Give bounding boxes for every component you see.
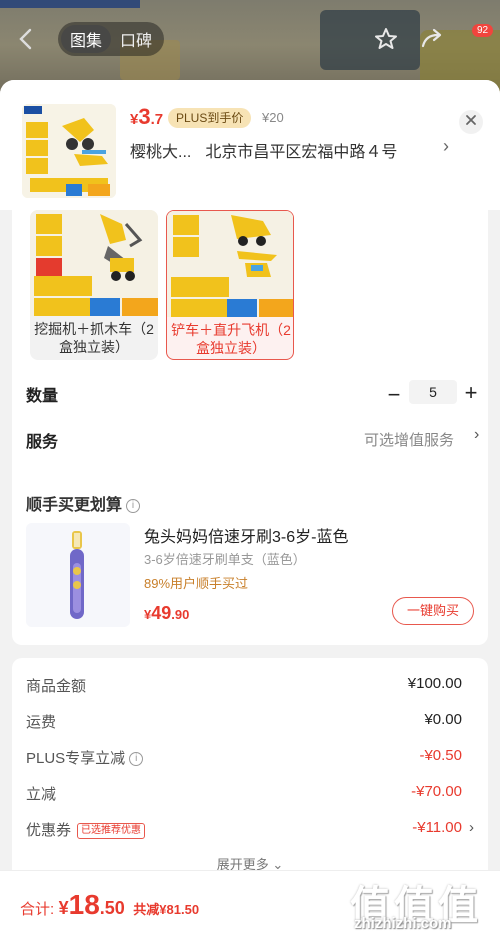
variant-option-loader-helicopter[interactable]: 铲车＋直升飞机（2盒独立装） [166,210,294,360]
back-button[interactable] [14,26,42,54]
original-price: ¥20 [262,110,284,125]
selected-spec: 樱桃大... [130,144,192,161]
sku-price: ¥3.7 [130,104,164,129]
recommend-price: ¥49.90 [144,603,190,623]
recommend-product-spec: 3-6岁倍速牙刷单支（蓝色） [144,552,306,567]
chevron-left-icon [19,28,32,50]
tab-gallery[interactable]: 图集 [61,25,111,53]
tab-reviews[interactable]: 口碑 [111,25,161,53]
checkout-bar: 合计: ¥18.50 共减¥81.50 值值值 zhizhizhi.com [0,870,500,936]
recommend-product-name[interactable]: 兔头妈妈倍速牙刷3-6岁-蓝色 [144,523,348,547]
quantity-increase-button[interactable]: + [461,380,481,406]
recommend-title: 顺手买更划算 i [26,491,141,515]
summary-row-instant-discount: 立减 -¥70.00 [26,783,462,803]
sku-selection-sheet: ¥3.7 PLUS到手价 ¥20 樱桃大... 北京市昌平区宏福中路４号 › 挖… [0,80,500,870]
chevron-right-icon: › [443,136,449,156]
cart-count-badge: 92 [472,24,494,37]
service-label: 服务 [26,434,59,451]
gallery-tab-switch: 图集 口碑 [58,22,164,56]
add-on-recommendation-card: 顺手买更划算 i 兔头妈妈倍速牙刷3-6岁-蓝色 3-6岁倍速牙刷单支（蓝色） 8… [12,477,488,645]
recommend-product-image[interactable] [26,523,130,627]
summary-row-coupon[interactable]: 优惠券 已选推荐优惠 -¥11.00 › [26,819,474,843]
summary-row-goods-amount: 商品金额 ¥100.00 [26,675,462,695]
summary-row-plus-discount: PLUS专享立减 i -¥0.50 [26,747,462,767]
recommend-purchase-rate: 89%用户顺手买过 [144,576,249,591]
expand-more-button[interactable]: 展开更多 ⌄ [12,854,488,870]
sheet-header: ¥3.7 PLUS到手价 ¥20 樱桃大... 北京市昌平区宏福中路４号 › [0,80,500,210]
watermark: 值值值 zhizhizhi.com [350,884,482,932]
close-icon [466,115,476,125]
variant-image [167,211,293,317]
product-thumbnail[interactable] [22,104,116,198]
variant-label: 铲车＋直升飞机（2盒独立装） [171,322,291,356]
total-amount: 合计: ¥18.50 共减¥81.50 [20,889,200,920]
share-icon [421,28,442,48]
variant-option-excavator[interactable]: 挖掘机＋抓木车（2盒独立装） [30,210,158,360]
info-icon[interactable]: i [126,499,141,513]
delivery-address: 北京市昌平区宏福中路４号 [205,144,398,161]
variant-image [30,210,158,316]
price-summary-card: 商品金额 ¥100.00 运费 ¥0.00 PLUS专享立减 i -¥0.50 立减 -¥… [12,658,488,870]
variant-label: 挖掘机＋抓木车（2盒独立装） [34,321,154,355]
quantity-label: 数量 [26,388,59,405]
info-icon[interactable]: i [129,752,144,766]
favorite-button[interactable] [372,26,400,54]
selection-address-line[interactable]: 樱桃大... 北京市昌平区宏福中路４号 [130,138,397,162]
one-click-buy-button[interactable]: 一键购买 [392,597,474,625]
plus-price-tag: PLUS到手价 [168,108,252,128]
close-button[interactable] [459,110,483,134]
chevron-right-icon: › [474,426,480,443]
chevron-right-icon: › [469,819,474,836]
quantity-input[interactable]: 5 [409,380,457,404]
total-saved: 共减¥81.50 [133,902,200,917]
summary-row-shipping: 运费 ¥0.00 [26,711,462,731]
chevron-down-icon: ⌄ [272,857,284,870]
quantity-decrease-button[interactable]: − [384,382,404,408]
coupon-tag: 已选推荐优惠 [77,823,146,839]
star-icon [375,28,397,49]
service-selector[interactable]: 可选增值服务 [364,429,454,450]
options-panel: 挖掘机＋抓木车（2盒独立装） 铲车＋直升飞机（2盒独立装） 数量 − 5 + 服… [12,210,488,490]
share-button[interactable] [418,26,446,54]
